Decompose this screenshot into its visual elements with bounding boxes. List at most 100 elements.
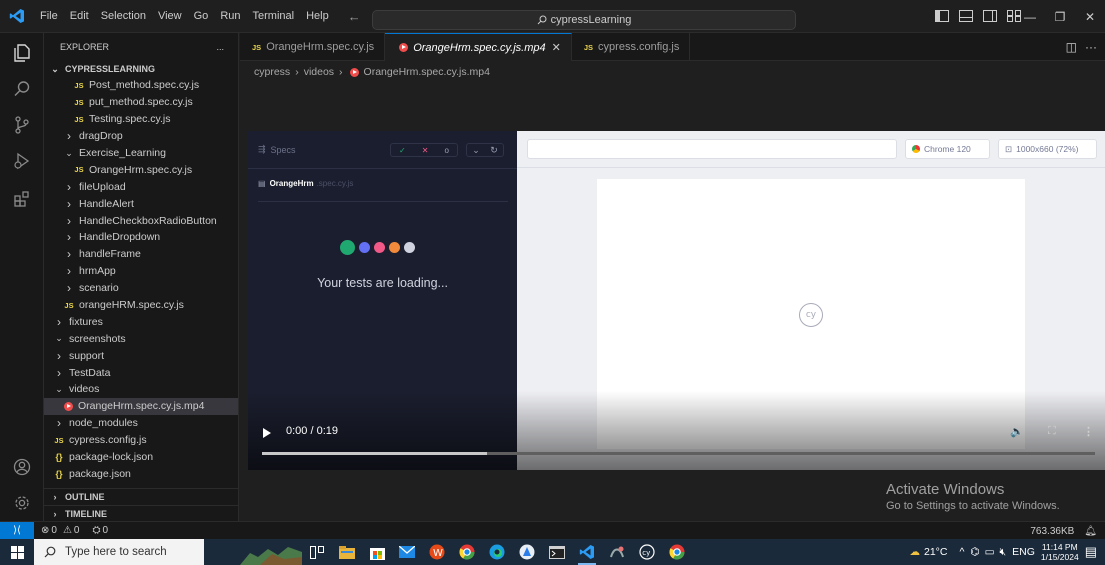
split-editor-icon[interactable]: ◫ (1066, 40, 1077, 54)
editor-tab[interactable]: OrangeHrm.spec.cy.js.mp4 ✕ (385, 33, 572, 61)
tree-item[interactable]: JS put_method.spec.cy.js (44, 94, 238, 111)
restore-icon[interactable]: ❐ (1045, 10, 1075, 24)
workspace-root[interactable]: ⌄ CYPRESSLEARNING (44, 61, 238, 77)
minimize-icon[interactable]: — (1015, 10, 1045, 24)
menu-item-selection[interactable]: Selection (95, 0, 152, 33)
explorer-icon[interactable] (0, 35, 44, 71)
tree-item[interactable]: › fixtures (44, 313, 238, 330)
source-control-icon[interactable] (0, 107, 44, 143)
more-actions-icon[interactable]: ··· (1085, 40, 1097, 54)
vscode-taskbar-icon[interactable] (572, 539, 602, 565)
explorer-more-button[interactable]: ... (216, 42, 224, 52)
tree-item[interactable]: {} package.json (44, 465, 238, 482)
tree-item[interactable]: OrangeHrm.spec.cy.js.mp4 (44, 397, 238, 415)
menu-item-file[interactable]: File (34, 0, 64, 33)
taskbar-search[interactable]: Type here to search (34, 539, 204, 565)
remote-icon[interactable]: ⟩⟨ (0, 521, 34, 540)
tree-item[interactable]: JS Post_method.spec.cy.js (44, 77, 238, 94)
tree-item[interactable]: ⌄ screenshots (44, 330, 238, 347)
menu-item-view[interactable]: View (152, 0, 188, 33)
chrome-icon-2[interactable] (662, 539, 692, 565)
tree-item[interactable]: › HandleDropdown (44, 229, 238, 246)
store-icon[interactable] (362, 539, 392, 565)
close-tab-icon[interactable]: ✕ (552, 41, 561, 54)
edge-icon[interactable] (482, 539, 512, 565)
tree-item[interactable]: › dragDrop (44, 128, 238, 145)
language-indicator[interactable]: ENG (1012, 546, 1035, 558)
breadcrumb-item[interactable]: videos (304, 66, 334, 78)
office-icon[interactable]: W (422, 539, 452, 565)
tree-item[interactable]: JS cypress.config.js (44, 432, 238, 449)
tree-item[interactable]: {} package-lock.json (44, 449, 238, 466)
toggle-primary-sidebar-icon[interactable] (935, 9, 953, 24)
search-icon[interactable] (0, 71, 44, 107)
extensions-icon[interactable] (0, 181, 44, 217)
tree-item[interactable]: JS Testing.spec.cy.js (44, 111, 238, 128)
tree-item[interactable]: › support (44, 347, 238, 364)
fullscreen-icon[interactable]: ⛶ (1048, 425, 1056, 438)
menu-item-terminal[interactable]: Terminal (247, 0, 301, 33)
outline-label: OUTLINE (65, 492, 105, 502)
chrome-icon[interactable] (452, 539, 482, 565)
volume-muted-icon[interactable]: 🔇︎ (999, 546, 1006, 559)
tree-item[interactable]: JS OrangeHrm.spec.cy.js (44, 161, 238, 178)
snip-icon[interactable] (602, 539, 632, 565)
tree-item[interactable]: › HandleAlert (44, 195, 238, 212)
menu-item-help[interactable]: Help (300, 0, 335, 33)
outline-section[interactable]: › OUTLINE (44, 488, 238, 505)
volume-icon[interactable]: 🔈 (1010, 425, 1024, 438)
terminal-icon[interactable] (542, 539, 572, 565)
accounts-icon[interactable] (0, 449, 44, 485)
run-debug-icon[interactable] (0, 143, 44, 179)
tree-item[interactable]: › HandleCheckboxRadioButton (44, 212, 238, 229)
close-icon[interactable]: ✕ (1075, 10, 1105, 24)
editor-tab[interactable]: JS OrangeHrm.spec.cy.js (240, 33, 386, 61)
file-explorer-icon[interactable] (332, 539, 362, 565)
network-icon[interactable]: ⌬ (970, 546, 979, 558)
ports-status[interactable]: ⛭ 0 (92, 525, 114, 536)
tree-item[interactable]: › fileUpload (44, 178, 238, 195)
breadcrumb-item[interactable]: OrangeHrm.spec.cy.js.mp4 (364, 66, 490, 78)
video-progress-bar[interactable] (262, 452, 1095, 455)
app-store-icon[interactable] (512, 539, 542, 565)
notifications-bell-icon[interactable]: 🔔︎ (1084, 526, 1097, 537)
menu-item-go[interactable]: Go (188, 0, 215, 33)
loading-dot (374, 242, 385, 253)
notifications-icon[interactable]: ▤ (1085, 544, 1097, 560)
menu-item-run[interactable]: Run (214, 0, 246, 33)
mail-icon[interactable] (392, 539, 422, 565)
menu-item-edit[interactable]: Edit (64, 0, 95, 33)
editor-tab[interactable]: JS cypress.config.js (572, 33, 691, 61)
temperature[interactable]: 21°C (924, 546, 947, 558)
command-center[interactable]: cypressLearning (372, 10, 796, 30)
play-icon[interactable] (263, 428, 271, 438)
task-view-icon[interactable] (302, 539, 332, 565)
back-arrow-icon[interactable]: ← (343, 9, 366, 24)
breadcrumb-item[interactable]: cypress (254, 66, 290, 78)
clock[interactable]: 11:14 PM 1/15/2024 (1041, 542, 1079, 562)
chevron-up-icon[interactable]: ^ (959, 546, 964, 558)
toggle-panel-icon[interactable] (959, 9, 977, 24)
tree-item[interactable]: › handleFrame (44, 246, 238, 263)
ports-icon: ⛭ (92, 525, 101, 536)
title-bar: File Edit Selection View Go Run Terminal Help ←… (0, 0, 1105, 33)
weather-icon[interactable]: ☁ (909, 546, 920, 558)
manage-gear-icon[interactable] (0, 485, 44, 521)
runner-controls: ⌄ ↻ (466, 143, 504, 157)
video-player[interactable]: ⇶ Specs ✓ ✕ o ⌄ ↻ ▤ OrangeHrm .spec.cy.j… (248, 131, 1105, 470)
tree-item[interactable]: ⌄ Exercise_Learning (44, 145, 238, 162)
more-options-icon[interactable]: ⋮ (1083, 425, 1094, 438)
tree-item[interactable]: › scenario (44, 280, 238, 297)
cypress-icon[interactable]: cy (632, 539, 662, 565)
tree-item[interactable]: › node_modules (44, 415, 238, 432)
tree-item[interactable]: ⌄ videos (44, 381, 238, 398)
timeline-section[interactable]: › TIMELINE (44, 505, 238, 521)
viewport-label: 1000x660 (72%) (1016, 144, 1079, 154)
battery-icon[interactable]: ▭ (985, 546, 995, 558)
tree-item[interactable]: JS orangeHRM.spec.cy.js (44, 297, 238, 314)
tree-item[interactable]: › hrmApp (44, 263, 238, 280)
windows-start-icon[interactable] (0, 539, 34, 565)
toggle-secondary-sidebar-icon[interactable] (983, 9, 1001, 24)
tree-item[interactable]: › TestData (44, 364, 238, 381)
problems-status[interactable]: ⊗ 0 ⚠ 0 (41, 525, 85, 536)
